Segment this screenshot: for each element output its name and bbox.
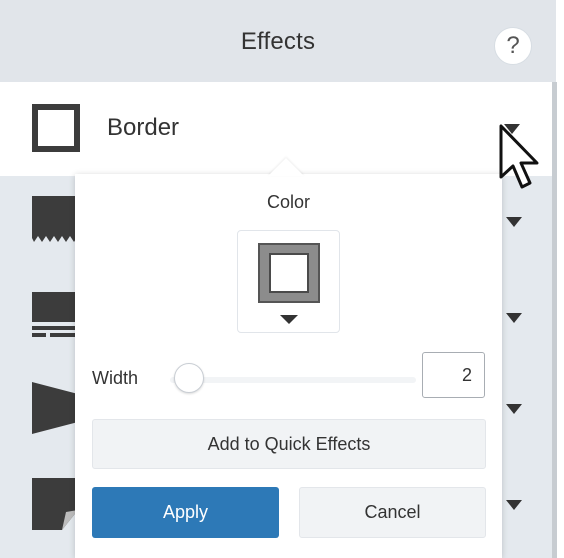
mouse-cursor-icon bbox=[499, 124, 539, 189]
chevron-down-icon bbox=[280, 315, 298, 324]
cancel-button[interactable]: Cancel bbox=[299, 487, 486, 538]
torn-edge-dropdown-chevron-icon[interactable] bbox=[506, 217, 522, 227]
perspective-dropdown-chevron-icon[interactable] bbox=[506, 404, 522, 414]
scrollbar[interactable] bbox=[552, 82, 557, 558]
color-label: Color bbox=[266, 192, 310, 212]
panel-header: Effects ? bbox=[0, 0, 556, 82]
effect-label-border: Border bbox=[107, 114, 180, 141]
border-color-swatch bbox=[258, 243, 320, 303]
page-curl-icon[interactable] bbox=[32, 478, 78, 530]
color-picker-button[interactable] bbox=[237, 230, 340, 333]
width-slider-thumb[interactable] bbox=[174, 363, 204, 393]
add-to-quick-effects-button[interactable]: Add to Quick Effects bbox=[92, 419, 486, 469]
panel-title: Effects bbox=[240, 28, 316, 55]
border-square-icon bbox=[32, 104, 80, 152]
page-curl-dropdown-chevron-icon[interactable] bbox=[506, 500, 522, 510]
help-button[interactable]: ? bbox=[494, 27, 532, 65]
width-input[interactable] bbox=[422, 352, 485, 398]
perspective-icon[interactable] bbox=[32, 382, 78, 434]
swatch-inner bbox=[269, 253, 309, 293]
reflection-dropdown-chevron-icon[interactable] bbox=[506, 313, 522, 323]
reflection-icon[interactable] bbox=[32, 292, 78, 338]
width-slider-track[interactable] bbox=[170, 377, 416, 383]
apply-button[interactable]: Apply bbox=[92, 487, 279, 538]
torn-edge-icon[interactable] bbox=[32, 196, 78, 246]
width-label: Width bbox=[92, 368, 139, 388]
popover-arrow bbox=[268, 158, 304, 176]
